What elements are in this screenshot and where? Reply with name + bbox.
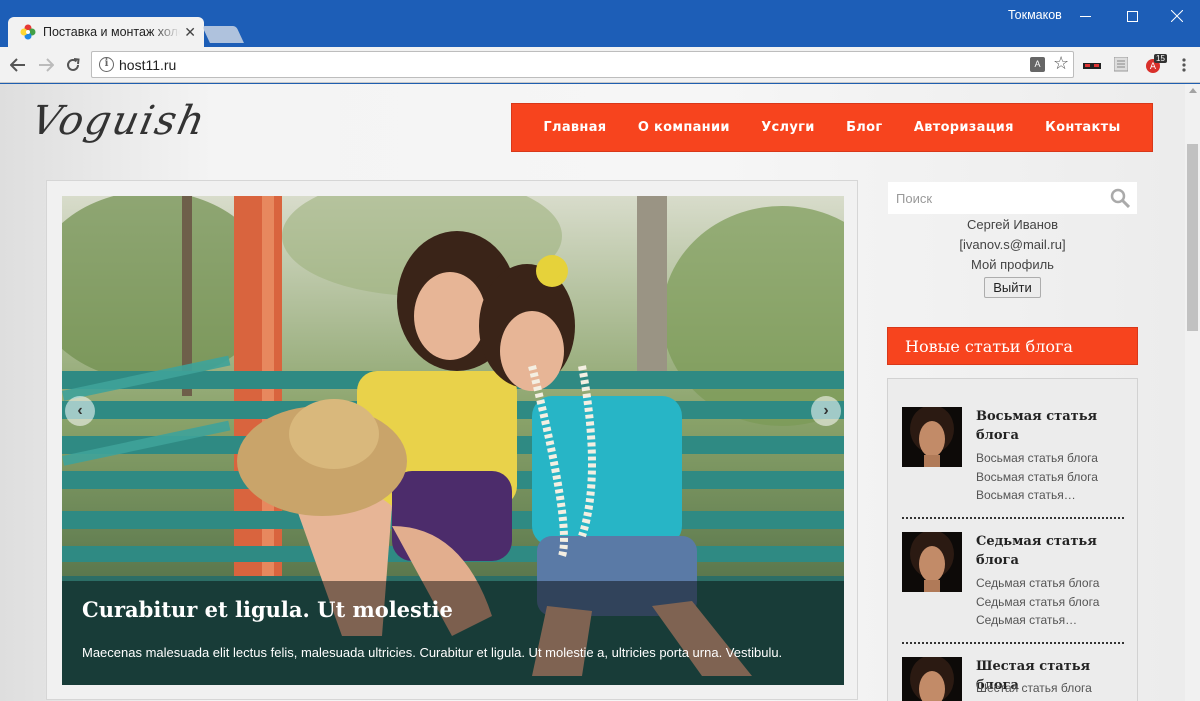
post-thumbnail-image [902,657,962,701]
logout-button[interactable]: Выйти [984,277,1041,298]
post-divider [902,642,1124,644]
post-thumbnail[interactable] [902,532,962,592]
browser-menu-icon[interactable] [1172,53,1196,77]
maximize-icon[interactable] [1109,0,1155,32]
post-thumbnail-image [902,532,962,592]
post-excerpt-line: Шестая статья блога [976,681,1092,695]
back-icon[interactable] [6,53,30,77]
browser-tab[interactable]: Поставка и монтаж холо ✕ [8,17,204,47]
nav-link-login[interactable]: Авторизация [914,120,1014,135]
svg-text:A: A [1150,62,1157,72]
url-text[interactable]: host11.ru [119,57,176,73]
post-thumbnail[interactable] [902,657,962,701]
post-thumbnail[interactable] [902,407,962,467]
translate-icon[interactable]: A [1030,57,1045,72]
reader-extension-icon[interactable] [1114,57,1128,73]
search-input[interactable] [888,182,1103,214]
image-slider: ‹ › Curabitur et ligula. Ut molestie Mae… [46,180,858,700]
caption-text: Maecenas malesuada elit lectus felis, ma… [82,645,783,660]
search-box [888,182,1137,214]
new-tab-button[interactable] [202,26,244,43]
nav-link-about[interactable]: О компании [638,120,730,135]
nav-link-contacts[interactable]: Контакты [1045,120,1120,135]
page-scrollbar[interactable] [1185,84,1200,701]
slider-prev-button[interactable]: ‹ [65,396,95,426]
extension-badge: 15 [1154,54,1167,63]
address-bar[interactable]: i host11.ru A ☆ [91,51,1074,78]
recent-posts-list: Восьмая статья блога Восьмая статья блог… [887,378,1138,701]
nav-link-home[interactable]: Главная [543,120,606,135]
post-title[interactable]: Седьмая статья блога [976,532,1126,570]
adblock-extension-icon[interactable]: A 15 [1145,54,1167,74]
nav-link-blog[interactable]: Блог [846,120,882,135]
browser-titlebar: Поставка и монтаж холо ✕ Токмаков [0,0,1200,47]
user-email: [ivanov.s@mail.ru] [959,237,1066,252]
chevron-left-icon: ‹ [77,402,83,419]
slide-image: ‹ › Curabitur et ligula. Ut molestie Mae… [62,196,844,685]
site-logo[interactable]: Voguish [27,98,211,144]
user-info: Сергей Иванов [ivanov.s@mail.ru] Мой про… [888,215,1137,298]
post-excerpt-line: Восьмая статья блога [976,451,1098,465]
tab-close-icon[interactable]: ✕ [184,25,196,39]
forward-icon[interactable] [34,53,58,77]
incognito-glasses-icon[interactable] [1083,63,1101,79]
search-icon[interactable] [1110,188,1130,208]
reload-icon[interactable] [61,53,85,77]
slider-next-button[interactable]: › [811,396,841,426]
minimize-icon[interactable] [1062,0,1108,32]
scrollbar-thumb[interactable] [1187,144,1198,331]
nav-link-services[interactable]: Услуги [761,120,814,135]
user-name: Сергей Иванов [966,217,1059,232]
close-window-icon[interactable] [1154,0,1200,32]
caption-title: Curabitur et ligula. Ut molestie [82,597,453,622]
site-favicon-icon [20,24,36,40]
window-user-name[interactable]: Токмаков [1008,8,1062,22]
post-thumbnail-image [902,407,962,467]
profile-link[interactable]: Мой профиль [888,255,1137,275]
web-page: Voguish Главная О компании Услуги Блог А… [0,84,1185,701]
post-excerpt-line: Восьмая статья блога [976,470,1098,484]
main-navigation: Главная О компании Услуги Блог Авторизац… [511,103,1153,152]
chevron-right-icon: › [823,402,829,419]
tab-title: Поставка и монтаж холо [43,25,181,39]
post-title[interactable]: Восьмая статья блога [976,407,1126,445]
widget-title: Новые статьи блога [887,327,1138,365]
post-excerpt-line: Восьмая статья… [976,488,1076,502]
scroll-up-arrow-icon[interactable] [1189,88,1197,93]
post-excerpt-line: Седьмая статья блога [976,576,1100,590]
site-info-icon[interactable]: i [99,57,114,72]
browser-toolbar: i host11.ru A ☆ A 15 [0,47,1200,83]
post-excerpt-line: Седьмая статья блога [976,595,1100,609]
slide-caption: Curabitur et ligula. Ut molestie Maecena… [62,581,844,685]
post-excerpt-line: Седьмая статья… [976,613,1078,627]
bookmark-star-icon[interactable]: ☆ [1053,53,1069,74]
post-divider [902,517,1124,519]
